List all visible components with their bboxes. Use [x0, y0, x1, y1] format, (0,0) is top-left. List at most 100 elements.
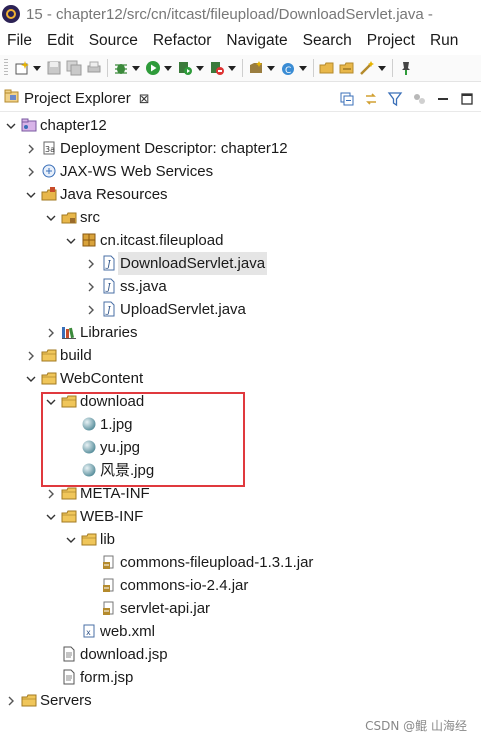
tree-item[interactable]: 3a Deployment Descriptor: chapter12	[0, 137, 481, 160]
tree-item-label: 风景.jpg	[100, 462, 155, 479]
tree-item[interactable]: WEB-INF	[0, 505, 481, 528]
tree-item[interactable]: META-INF	[0, 482, 481, 505]
expand-arrow-icon[interactable]	[65, 528, 77, 551]
menu-edit[interactable]: Edit	[40, 32, 82, 50]
collapse-arrow-icon[interactable]	[25, 344, 37, 367]
menu-search[interactable]: Search	[296, 32, 360, 50]
project-explorer-tab[interactable]: Project Explorer ⊠	[0, 86, 150, 111]
window-title: 15 - chapter12/src/cn/itcast/fileupload/…	[26, 5, 433, 23]
search-wand-icon[interactable]	[359, 60, 375, 76]
tree-item-label: Servers	[40, 692, 92, 709]
search-dropdown-icon[interactable]	[378, 65, 386, 71]
tree-item-label: Deployment Descriptor: chapter12	[60, 140, 288, 157]
tree-item-label: META-INF	[80, 485, 150, 502]
expand-arrow-icon[interactable]	[25, 367, 37, 390]
expand-arrow-icon[interactable]	[65, 229, 77, 252]
maximize-icon[interactable]	[459, 91, 475, 107]
tree-item[interactable]: J UploadServlet.java	[0, 298, 481, 321]
print-icon[interactable]	[86, 60, 102, 76]
new-dropdown-icon[interactable]	[33, 65, 41, 71]
view-menu-icon[interactable]	[411, 91, 427, 107]
collapse-arrow-icon[interactable]	[85, 275, 97, 298]
collapse-arrow-icon[interactable]	[45, 321, 57, 344]
run-server-dropdown-icon[interactable]	[196, 65, 204, 71]
source-folder-icon	[61, 209, 77, 225]
collapse-arrow-icon[interactable]	[85, 298, 97, 321]
menu-navigate[interactable]: Navigate	[219, 32, 295, 50]
expand-arrow-icon[interactable]	[25, 183, 37, 206]
minimize-icon[interactable]	[435, 91, 451, 107]
tree-item[interactable]: commons-io-2.4.jar	[0, 574, 481, 597]
collapse-arrow-icon[interactable]	[5, 689, 17, 712]
tree-item[interactable]: 风景.jpg	[0, 459, 481, 482]
tree-item[interactable]: Jss.java	[0, 275, 481, 298]
tree-item[interactable]: Servers	[0, 689, 481, 712]
save-icon[interactable]	[46, 60, 62, 76]
tree-item[interactable]: lib	[0, 528, 481, 551]
tree-item[interactable]: form.jsp	[0, 666, 481, 689]
collapse-arrow-icon[interactable]	[45, 482, 57, 505]
eclipse-app-icon	[2, 5, 20, 23]
run-server-icon[interactable]	[177, 60, 193, 76]
collapse-arrow-icon[interactable]	[25, 137, 37, 160]
tree-item[interactable]: JAX-WS Web Services	[0, 160, 481, 183]
new-class-dropdown-icon[interactable]	[299, 65, 307, 71]
open-type-icon[interactable]	[319, 60, 335, 76]
menu-bar: File Edit Source Refactor Navigate Searc…	[0, 29, 481, 53]
tree-item[interactable]: build	[0, 344, 481, 367]
tree-item[interactable]: 1.jpg	[0, 413, 481, 436]
folder-icon	[21, 692, 37, 708]
tree-item[interactable]: J DownloadServlet.java	[0, 252, 481, 275]
watermark: CSDN @鲲 山海经	[365, 719, 467, 733]
external-tools-icon[interactable]	[209, 60, 225, 76]
run-icon[interactable]	[145, 60, 161, 76]
tree-item[interactable]: servlet-api.jar	[0, 597, 481, 620]
collapse-all-icon[interactable]	[339, 91, 355, 107]
run-dropdown-icon[interactable]	[164, 65, 172, 71]
tree-item[interactable]: download.jsp	[0, 643, 481, 666]
new-class-icon[interactable]: C	[280, 60, 296, 76]
pin-icon[interactable]	[398, 60, 414, 76]
jar-file-icon	[101, 554, 117, 570]
tree-item-label: ss.java	[120, 278, 167, 295]
tree-item[interactable]: Libraries	[0, 321, 481, 344]
expand-arrow-icon[interactable]	[45, 505, 57, 528]
tree-item[interactable]: Java Resources	[0, 183, 481, 206]
external-tools-dropdown-icon[interactable]	[228, 65, 236, 71]
collapse-arrow-icon[interactable]	[85, 252, 97, 275]
project-explorer-title: Project Explorer	[24, 90, 131, 107]
menu-file[interactable]: File	[0, 32, 40, 50]
tree-item[interactable]: src	[0, 206, 481, 229]
menu-source[interactable]: Source	[82, 32, 146, 50]
tree-item[interactable]: commons-fileupload-1.3.1.jar	[0, 551, 481, 574]
save-all-icon[interactable]	[66, 60, 82, 76]
toolbar-grip[interactable]	[4, 59, 8, 77]
expand-arrow-icon[interactable]	[5, 114, 17, 137]
menu-run[interactable]: Run	[423, 32, 466, 50]
folder-icon	[81, 531, 97, 547]
menu-refactor[interactable]: Refactor	[146, 32, 220, 50]
menu-project[interactable]: Project	[360, 32, 423, 50]
new-java-project-icon[interactable]	[248, 60, 264, 76]
new-icon[interactable]	[14, 60, 30, 76]
tree-item-label: download	[80, 393, 145, 410]
tree-item[interactable]: WebContent	[0, 367, 481, 390]
tree-item[interactable]: chapter12	[0, 114, 481, 137]
debug-icon[interactable]	[113, 60, 129, 76]
collapse-arrow-icon[interactable]	[25, 160, 37, 183]
tree-item[interactable]: cn.itcast.fileupload	[0, 229, 481, 252]
close-view-icon[interactable]: ⊠	[139, 91, 150, 107]
tree-item-label: servlet-api.jar	[120, 600, 211, 617]
new-java-project-dropdown-icon[interactable]	[267, 65, 275, 71]
tree-item[interactable]: yu.jpg	[0, 436, 481, 459]
filter-icon[interactable]	[387, 91, 403, 107]
link-with-editor-icon[interactable]	[363, 91, 379, 107]
debug-dropdown-icon[interactable]	[132, 65, 140, 71]
tree-item[interactable]: download	[0, 390, 481, 413]
expand-arrow-icon[interactable]	[45, 390, 57, 413]
expand-arrow-icon[interactable]	[45, 206, 57, 229]
tree-item[interactable]: x web.xml	[0, 620, 481, 643]
tree-item-label: chapter12	[40, 117, 107, 134]
tree-item-label: src	[80, 209, 100, 226]
open-resource-icon[interactable]	[339, 60, 355, 76]
